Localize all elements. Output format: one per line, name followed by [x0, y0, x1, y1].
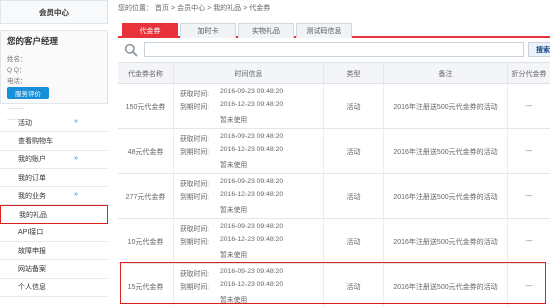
voucher-type: 活动 [324, 84, 384, 129]
sidebar-item-api[interactable]: API接口 [0, 224, 108, 243]
search-input[interactable] [144, 42, 524, 57]
search-bar: 搜索 [118, 40, 550, 60]
voucher-note: 2016年注册送500元代金券的活动 [384, 84, 508, 129]
usage-status: 暂未使用 [220, 162, 248, 169]
sidebar-item-fault-report[interactable]: 故障申报 [0, 242, 108, 261]
get-time: 2016-09-23 09:48:20 [220, 178, 284, 185]
chevron-down-icon: » [74, 154, 78, 162]
sidebar-menu: 活动 » 查看购物车 我的账户 » 我的订单 我的业务 » 我的礼品 API接口… [0, 114, 108, 297]
split-voucher-action[interactable]: --- [508, 129, 550, 174]
tab-physical-gift[interactable]: 实物礼品 [238, 23, 294, 38]
expire-time: 2016-12-23 09:48:20 [220, 101, 284, 108]
voucher-type: 活动 [324, 219, 384, 264]
time-info: 获取时间: 2016-09-23 09:48:20 到期时间: 2016-12-23 … [174, 129, 324, 174]
sidebar-item-profile[interactable]: 个人信息 [0, 279, 108, 297]
sidebar-header: 会员中心 [0, 0, 108, 24]
usage-status: 暂未使用 [220, 207, 248, 214]
get-time: 2016-09-23 09:48:20 [220, 133, 284, 140]
breadcrumb-separator: > [243, 5, 248, 12]
tab-test-code[interactable]: 测试码信息 [296, 23, 352, 38]
voucher-type: 活动 [324, 174, 384, 219]
search-button[interactable]: 搜索 [528, 42, 550, 57]
split-voucher-action[interactable]: --- [508, 174, 550, 219]
get-time-label: 获取时间: [180, 136, 210, 143]
chevron-down-icon: » [74, 191, 78, 199]
sidebar: 会员中心 您的客户经理 姓名： Q Q： 电话： 服务评价 活动 » 查看购物车… [0, 0, 110, 306]
chevron-down-icon: » [74, 118, 78, 125]
voucher-name: 10元代金券 [118, 219, 174, 264]
sidebar-item-label: API接口 [18, 229, 44, 237]
manager-title: 您的客户经理 [7, 36, 59, 46]
tab-time-card[interactable]: 加时卡 [180, 23, 236, 38]
voucher-name: 150元代金券 [118, 84, 174, 129]
tab-voucher[interactable]: 代金券 [122, 23, 178, 38]
breadcrumb: 您的位置： 首页 > 会员中心 > 我的礼品 > 代金券 [118, 3, 272, 13]
sidebar-item-label: 个人信息 [18, 284, 46, 292]
expire-time-label: 到期时间: [180, 104, 210, 111]
sidebar-item-business[interactable]: 我的业务 » [0, 187, 108, 206]
get-time-label: 获取时间: [180, 226, 210, 233]
sidebar-item-label: 故障申报 [18, 247, 46, 255]
breadcrumb-voucher: 代金券 [249, 5, 271, 12]
search-icon [124, 43, 138, 57]
usage-status: 暂未使用 [220, 117, 248, 124]
breadcrumb-gifts[interactable]: 我的礼品 [213, 5, 241, 12]
column-header: 折分代金券 [511, 71, 547, 78]
sidebar-item-account[interactable]: 我的账户 » [0, 151, 108, 169]
account-manager-panel: 您的客户经理 姓名： Q Q： 电话： 服务评价 [0, 30, 108, 120]
sidebar-item-label: 查看购物车 [18, 137, 53, 145]
expire-time: 2016-12-23 09:48:20 [220, 191, 284, 198]
expire-time-label: 到期时间: [180, 149, 210, 156]
voucher-note: 2016年注册送500元代金券的活动 [384, 129, 508, 174]
column-header: 时间信息 [174, 63, 324, 85]
table-row: 277元代金券 获取时间: 2016-09-23 09:48:20 到期时间: 2016… [118, 174, 550, 219]
time-info: 获取时间: 2016-09-23 09:48:20 到期时间: 2016-12-23 … [174, 219, 324, 264]
expire-time: 2016-12-23 09:48:20 [220, 146, 284, 153]
table-row: 10元代金券 获取时间: 2016-09-23 09:48:20 到期时间: 2016-… [118, 219, 550, 264]
split-voucher-action[interactable]: --- [508, 219, 550, 264]
get-time: 2016-09-23 09:48:20 [220, 223, 284, 230]
breadcrumb-home[interactable]: 首页 [155, 5, 169, 12]
sidebar-item-label: 我的礼品 [19, 211, 47, 219]
breadcrumb-member-center[interactable]: 会员中心 [177, 5, 205, 12]
sidebar-item-site-filing[interactable]: 网站备案 [0, 260, 108, 279]
service-eval-button[interactable]: 服务评价 [7, 87, 49, 99]
sidebar-item-label: 我的订单 [18, 174, 46, 182]
sidebar-item-gifts[interactable]: 我的礼品 [0, 205, 108, 224]
column-header: 代金券名称 [118, 63, 174, 85]
voucher-note: 2016年注册送500元代金券的活动 [384, 174, 508, 219]
expire-time-label: 到期时间: [180, 194, 210, 201]
sidebar-item-label: 我的业务 [18, 192, 46, 200]
voucher-type: 活动 [324, 129, 384, 174]
time-info: 获取时间: 2016-09-23 09:48:20 到期时间: 2016-12-23 … [174, 84, 324, 129]
sidebar-item-label: 网站备案 [18, 266, 46, 274]
time-info: 获取时间: 2016-09-23 09:48:20 到期时间: 2016-12-23 … [174, 174, 324, 219]
get-time-label: 获取时间: [180, 91, 210, 98]
sidebar-item-label: 我的账户 [18, 156, 46, 164]
sidebar-item-cart[interactable]: 查看购物车 [0, 132, 108, 151]
table-row: 150元代金券 获取时间: 2016-09-23 09:48:20 到期时间: 2016… [118, 84, 550, 129]
sidebar-item-activity[interactable]: 活动 » [0, 114, 108, 133]
tab-bar: 代金券 加时卡 实物礼品 测试码信息 [118, 20, 550, 38]
expire-time: 2016-12-23 09:48:20 [220, 236, 284, 243]
breadcrumb-separator: > [207, 5, 212, 12]
sidebar-item-label: 活动 [18, 119, 32, 127]
table-header: 代金券名称 时间信息 类型 备注 折分代金券 [118, 62, 550, 85]
table-row: 48元代金券 获取时间: 2016-09-23 09:48:20 到期时间: 2016-… [118, 129, 550, 174]
voucher-name: 277元代金券 [118, 174, 174, 219]
breadcrumb-prefix: 您的位置： [118, 5, 153, 12]
voucher-note: 2016年注册送500元代金券的活动 [384, 219, 508, 264]
usage-status: 暂未使用 [220, 252, 248, 259]
sidebar-item-orders[interactable]: 我的订单 [0, 169, 108, 188]
split-voucher-action[interactable]: --- [508, 84, 550, 129]
get-time-label: 获取时间: [180, 181, 210, 188]
expire-time-label: 到期时间: [180, 239, 210, 246]
column-header: 类型 [324, 63, 384, 85]
highlight-box [120, 262, 546, 304]
voucher-name: 48元代金券 [118, 129, 174, 174]
get-time: 2016-09-23 09:48:20 [220, 88, 284, 95]
breadcrumb-separator: > [171, 5, 176, 12]
column-header: 备注 [384, 63, 508, 85]
